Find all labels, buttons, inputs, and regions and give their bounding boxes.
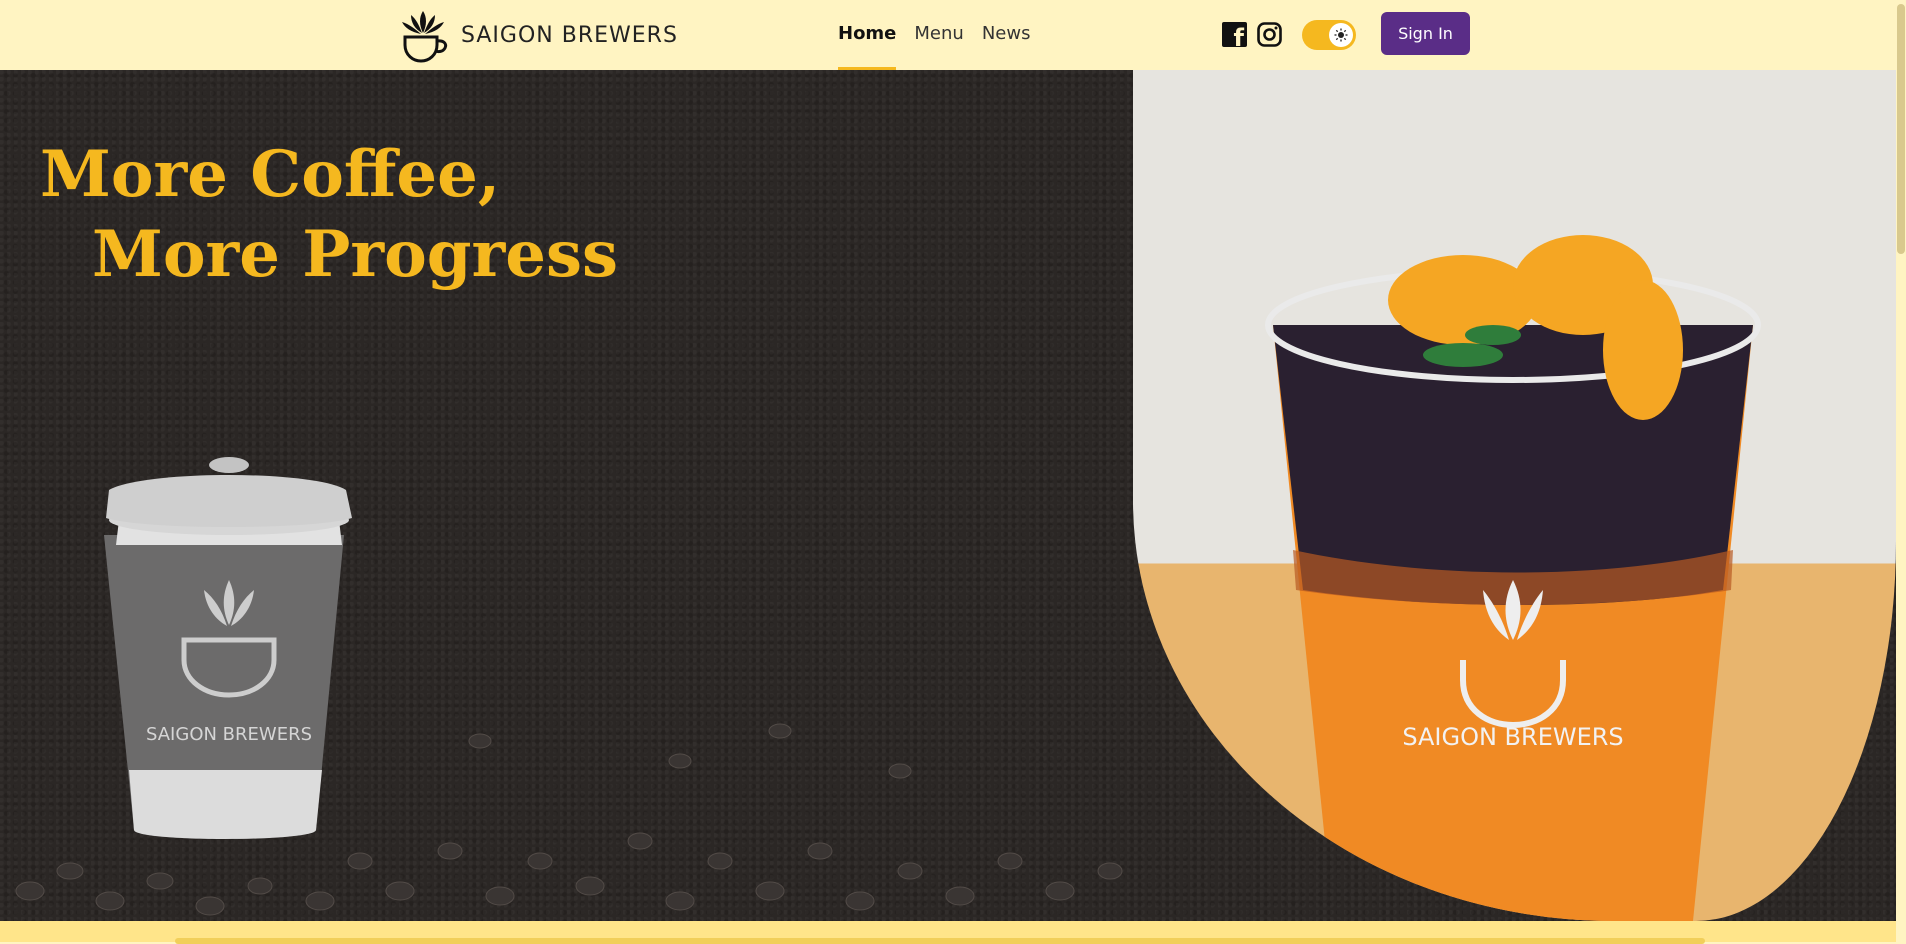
instagram-icon[interactable] bbox=[1257, 22, 1282, 47]
nav-news[interactable]: News bbox=[982, 0, 1031, 70]
cup-label: SAIGON BREWERS bbox=[146, 724, 312, 745]
sun-icon bbox=[1329, 23, 1353, 47]
sign-in-button[interactable]: Sign In bbox=[1381, 12, 1470, 55]
paper-cup-image: SAIGON BREWERS bbox=[104, 457, 352, 839]
nav-home[interactable]: Home bbox=[838, 0, 897, 70]
brand-name: SAIGON BREWERS bbox=[461, 22, 678, 48]
page-scrollbar[interactable] bbox=[1896, 0, 1906, 942]
headline-line-2: More Progress bbox=[92, 216, 619, 292]
social-links: f bbox=[1222, 22, 1282, 47]
hero-headline: More Coffee, More Progress bbox=[40, 135, 618, 295]
brand[interactable]: SAIGON BREWERS bbox=[397, 7, 678, 63]
scrollbar-thumb[interactable] bbox=[1897, 4, 1905, 254]
hero-section: More Coffee, More Progress SAIGON BREWER… bbox=[0, 70, 1896, 921]
site-header: SAIGON BREWERS Home Menu News f Sign In bbox=[0, 0, 1896, 70]
photo-cup-label: SAIGON BREWERS bbox=[1402, 723, 1623, 751]
nav-menu[interactable]: Menu bbox=[914, 0, 963, 70]
lotus-cup-logo-icon bbox=[402, 11, 448, 63]
theme-toggle[interactable] bbox=[1302, 20, 1356, 50]
facebook-icon[interactable]: f bbox=[1222, 22, 1247, 47]
next-section-preview bbox=[0, 921, 1896, 944]
main-nav: Home Menu News bbox=[838, 0, 1048, 70]
headline-line-1: More Coffee, bbox=[40, 136, 501, 212]
iced-coffee-photo: SAIGON BREWERS bbox=[1133, 70, 1896, 921]
